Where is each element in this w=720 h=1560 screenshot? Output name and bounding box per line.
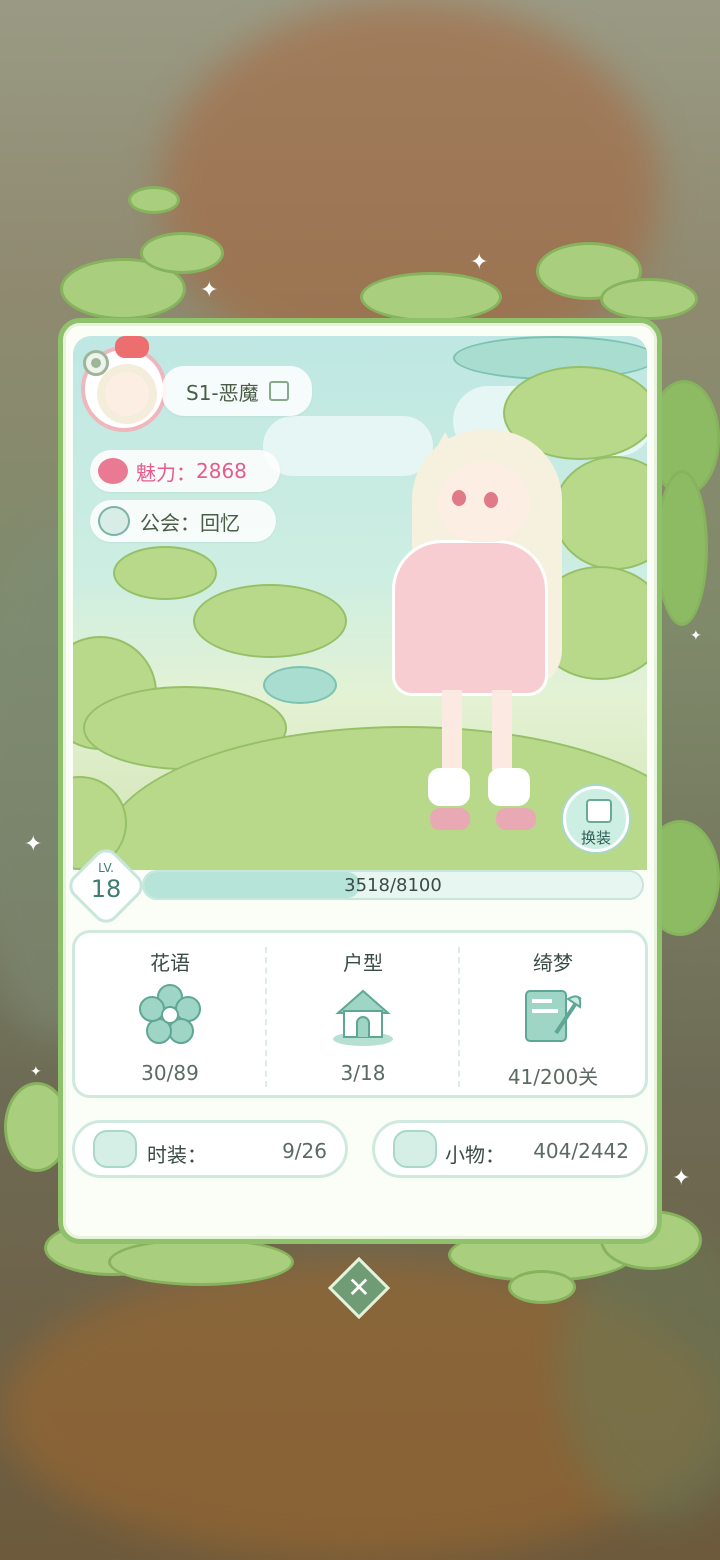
items-label: 小物： — [445, 1143, 505, 1167]
stat-value: 3/18 — [340, 1061, 386, 1085]
stat-label: 户型 — [343, 951, 383, 975]
fashion-collection-pill[interactable]: 时装： 9/26 — [72, 1120, 348, 1178]
stat-value: 41/200关 — [507, 1065, 599, 1089]
level-text: LV. 18 — [76, 862, 136, 904]
settings-gear-icon[interactable] — [83, 350, 109, 376]
stat-label: 绮梦 — [533, 951, 573, 975]
fashion-label: 时装： — [147, 1143, 207, 1167]
guild-label: 公会： — [140, 510, 200, 535]
stats-box: 花语 30/89 户型 3/18 绮梦 41/200关 — [72, 930, 648, 1098]
stat-houses[interactable]: 户型 3/18 — [268, 933, 458, 1095]
stat-dreams[interactable]: 绮梦 41/200关 — [458, 933, 648, 1095]
sofa-icon — [393, 1130, 437, 1168]
guild-value: 回忆 — [200, 510, 240, 535]
player-name: S1-恶魔 — [186, 380, 259, 405]
dream-card-icon — [525, 990, 582, 1042]
stat-value: 30/89 — [141, 1061, 199, 1085]
change-outfit-button[interactable]: 换装 — [563, 786, 629, 852]
rose-icon — [98, 458, 128, 484]
shirt-icon — [93, 1130, 137, 1168]
guild-pill[interactable]: 公会： 回忆 — [90, 500, 276, 542]
level-value: 18 — [90, 875, 122, 903]
close-icon[interactable]: ✕ — [337, 1270, 381, 1306]
flower-icon — [139, 984, 201, 1044]
stat-label: 花语 — [150, 951, 190, 975]
guild-icon — [98, 506, 130, 536]
shirt-icon — [586, 799, 612, 823]
divider — [265, 947, 267, 1087]
edit-name-icon[interactable] — [268, 381, 289, 401]
exp-text: 3518/8100 — [344, 875, 442, 896]
name-pill[interactable]: S1-恶魔 — [162, 366, 312, 416]
exp-bar: 3518/8100 — [142, 870, 644, 900]
charm-label: 魅力： — [136, 460, 196, 485]
avatar-bow — [115, 336, 149, 358]
level-prefix: LV. — [98, 861, 114, 875]
house-icon — [333, 989, 393, 1046]
items-value: 404/2442 — [533, 1139, 629, 1163]
change-outfit-label: 换装 — [580, 829, 611, 847]
items-collection-pill[interactable]: 小物： 404/2442 — [372, 1120, 648, 1178]
stat-flowers[interactable]: 花语 30/89 — [75, 933, 265, 1095]
charm-pill: 魅力： 2868 — [90, 450, 280, 492]
charm-value: 2868 — [196, 459, 247, 483]
fashion-value: 9/26 — [282, 1139, 327, 1163]
